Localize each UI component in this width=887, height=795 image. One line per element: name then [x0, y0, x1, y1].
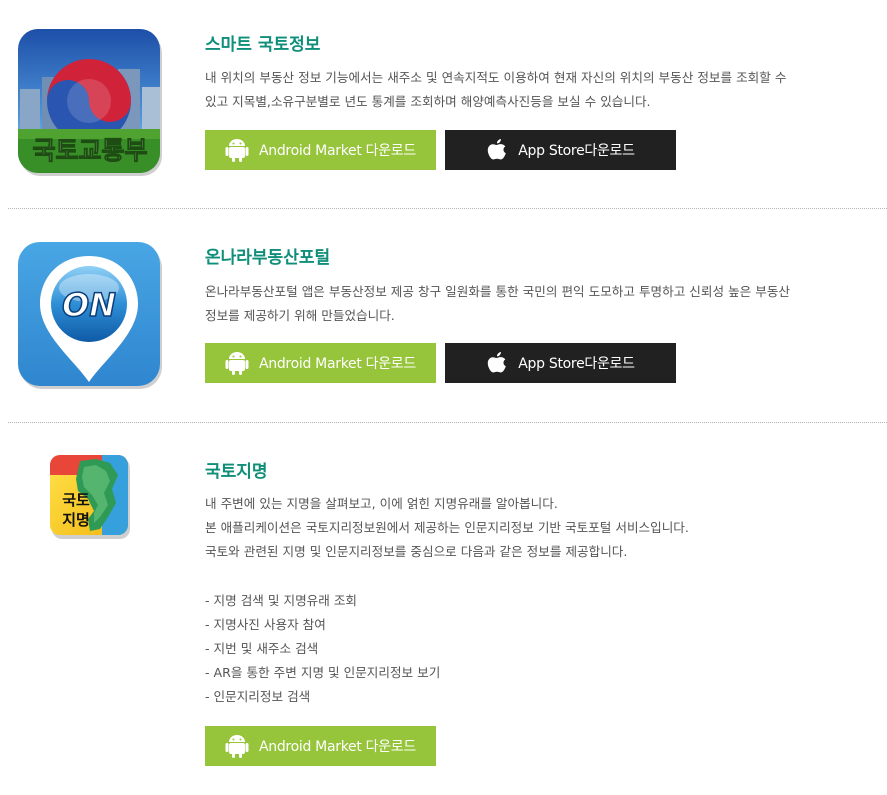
app-title: 온나라부동산포털	[205, 248, 331, 268]
icon-text: 국토	[62, 491, 90, 509]
android-download-button[interactable]: Android Market 다운로드	[205, 130, 436, 170]
apple-logo-icon	[488, 139, 507, 160]
list-item: - 인문지리정보 검색	[205, 689, 311, 704]
icon-text: ON	[62, 286, 116, 324]
icon-text: 지명	[62, 511, 90, 529]
app-description: 내 주변에 있는 지명을 살펴보고, 이에 얽힌 지명유래를 알아봅니다. 본 …	[205, 492, 870, 564]
description-line: 국토와 관련된 지명 및 인문지리정보를 중심으로 다음과 같은 정보를 제공합…	[205, 544, 628, 559]
description-line: 내 위치의 부동산 정보 기능에서는 새주소 및 연속지적도 이용하여 현재 자…	[205, 70, 787, 85]
android-download-button[interactable]: Android Market 다운로드	[205, 343, 436, 383]
appstore-button-label: App Store다운로드	[518, 143, 635, 159]
android-download-button[interactable]: Android Market 다운로드	[205, 726, 436, 766]
apple-logo-icon	[488, 352, 507, 373]
android-robot-icon	[225, 735, 249, 758]
section-divider	[8, 422, 887, 423]
appstore-button-label: App Store다운로드	[518, 356, 635, 372]
description-line: 본 애플리케이션은 국토지리정보원에서 제공하는 인문지리정보 기반 국토포털 …	[205, 520, 689, 535]
list-item: - 지명사진 사용자 참여	[205, 617, 326, 632]
app-title: 스마트 국토정보	[205, 35, 321, 55]
korea-placename-app-icon[interactable]: 국토 지명	[50, 455, 130, 543]
android-button-label: Android Market 다운로드	[259, 356, 416, 372]
icon-text: 국토교통부	[32, 136, 147, 165]
app-description: 온나라부동산포털 앱은 부동산정보 제공 창구 일원화를 통한 국민의 편익 도…	[205, 280, 870, 328]
description-line: 온나라부동산포털 앱은 부동산정보 제공 창구 일원화를 통한 국민의 편익 도…	[205, 284, 791, 299]
onnara-app-icon[interactable]: ON	[18, 242, 162, 393]
list-item: - 지명 검색 및 지명유래 조회	[205, 593, 358, 608]
android-robot-icon	[225, 352, 249, 375]
section-divider	[8, 208, 887, 209]
appstore-download-button[interactable]: App Store다운로드	[445, 130, 676, 170]
appstore-download-button[interactable]: App Store다운로드	[445, 343, 676, 383]
description-line: 내 주변에 있는 지명을 살펴보고, 이에 얽힌 지명유래를 알아봅니다.	[205, 496, 558, 511]
molit-app-icon[interactable]: 국토교통부	[18, 29, 162, 180]
description-line: 정보를 제공하기 위해 만들었습니다.	[205, 308, 395, 323]
android-button-label: Android Market 다운로드	[259, 143, 416, 159]
list-item: - AR을 통한 주변 지명 및 인문지리정보 보기	[205, 665, 441, 680]
description-line: 있고 지목별,소유구분별로 년도 통계를 조회하며 해양예측사진등을 보실 수 …	[205, 94, 651, 109]
android-button-label: Android Market 다운로드	[259, 739, 416, 755]
feature-list: - 지명 검색 및 지명유래 조회 - 지명사진 사용자 참여 - 지번 및 새…	[205, 589, 870, 709]
android-robot-icon	[225, 139, 249, 162]
app-description: 내 위치의 부동산 정보 기능에서는 새주소 및 연속지적도 이용하여 현재 자…	[205, 66, 870, 114]
list-item: - 지번 및 새주소 검색	[205, 641, 319, 656]
app-title: 국토지명	[205, 462, 268, 482]
